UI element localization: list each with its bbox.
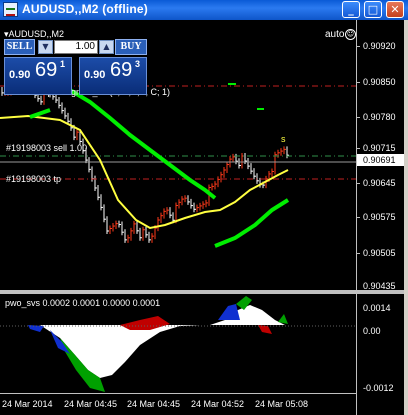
bid-price-prefix: 0.90: [9, 69, 31, 81]
subwindow-separator[interactable]: [0, 290, 404, 294]
time-label: 24 Mar 04:45: [127, 399, 181, 409]
chart-area[interactable]: ▾AUDUSD,,M2 auto ☺ smCMScalper Signals_v…: [0, 20, 404, 415]
time-axis: [0, 393, 357, 394]
ask-price-point: 3: [135, 59, 141, 69]
maximize-button[interactable]: □: [364, 1, 382, 18]
order-tp-label[interactable]: #19198003 tp: [6, 174, 61, 184]
sell-button[interactable]: SELL: [4, 39, 35, 55]
buy-button[interactable]: BUY: [115, 39, 147, 55]
time-label: 24 Mar 04:52: [191, 399, 245, 409]
one-click-trading-panel: SELL ▼ 1.00 ▲ BUY 0.90 69 1 0.90 69 3: [4, 39, 147, 99]
bid-price-point: 1: [60, 59, 66, 69]
signal-marker: s: [281, 134, 286, 144]
time-label: 24 Mar 04:45: [64, 399, 118, 409]
price-label: 0.90645: [363, 178, 396, 188]
lot-size-input[interactable]: 1.00: [54, 40, 98, 54]
green-band-segment: [29, 108, 51, 119]
window-title: AUDUSD,,M2 (offline): [22, 2, 148, 16]
time-label: 24 Mar 05:08: [255, 399, 309, 409]
price-tick: [356, 46, 360, 47]
minimize-button[interactable]: _: [342, 1, 360, 18]
lot-up-button[interactable]: ▲: [99, 40, 114, 54]
price-tick: [356, 253, 360, 254]
osc-scale-label: -0.0012: [363, 383, 394, 393]
price-label: 0.90780: [363, 112, 396, 122]
price-label: 0.90505: [363, 248, 396, 258]
price-label: 0.90920: [363, 41, 396, 51]
price-tick: [356, 183, 360, 184]
yellow-ma-line: [0, 114, 289, 230]
price-tick: [356, 217, 360, 218]
price-tick: [356, 82, 360, 83]
price-label: 0.90575: [363, 212, 396, 222]
price-tick: [356, 148, 360, 149]
price-bars: [1, 74, 289, 243]
osc-scale-label: 0.0014: [363, 303, 391, 313]
bid-quote-button[interactable]: 0.90 69 1: [4, 57, 72, 95]
order-sell-label[interactable]: #19198003 sell 1.00: [6, 143, 87, 153]
osc-white-negative: [0, 325, 200, 378]
current-price-box: 0.90691: [357, 154, 404, 166]
ask-quote-button[interactable]: 0.90 69 3: [79, 57, 147, 95]
bid-price-pips: 69: [35, 59, 58, 81]
osc-blue-positive: [218, 304, 240, 320]
lot-down-button[interactable]: ▼: [38, 40, 53, 54]
osc-scale-label: 0.00: [363, 326, 381, 336]
auto-scroll-label[interactable]: auto: [325, 29, 344, 40]
osc-white-positive: [210, 305, 285, 325]
time-label: 24 Mar 2014: [2, 399, 53, 409]
price-tick: [356, 117, 360, 118]
close-button[interactable]: ✕: [386, 1, 404, 18]
window-titlebar[interactable]: AUDUSD,,M2 (offline) _ □ ✕: [0, 0, 408, 20]
chart-app-icon: [3, 2, 18, 17]
green-band-upper: [68, 88, 217, 200]
subwindow-label: pwo_svs 0.0002 0.0001 0.0000 0.0001: [5, 298, 161, 308]
expert-smiley-icon: ☺: [345, 29, 356, 40]
ask-price-pips: 69: [110, 59, 133, 81]
price-label: 0.90850: [363, 77, 396, 87]
price-label: 0.90435: [363, 281, 396, 291]
price-label: 0.90715: [363, 143, 396, 153]
ask-price-prefix: 0.90: [84, 69, 106, 81]
